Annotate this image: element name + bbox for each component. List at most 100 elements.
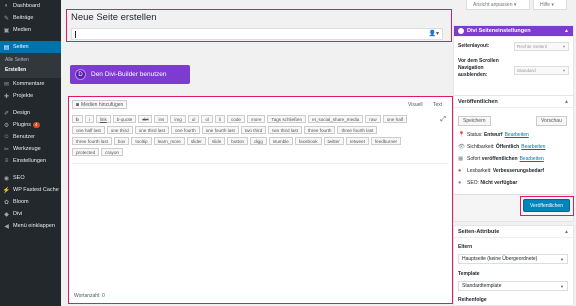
quicktag-button[interactable]: code [226,115,245,123]
publish-header[interactable]: Veröffentlichen ▲ [454,96,573,108]
quicktag-button[interactable]: ins [154,115,169,123]
quicktag-button[interactable]: one third [106,126,133,134]
sidebar-item-dashboard[interactable]: ◐ Dashboard [0,0,61,12]
submenu-item[interactable]: Erstellen [0,65,61,75]
quicktag-button[interactable]: three fourth last [72,137,112,145]
quicktag-button[interactable]: one fourth last [201,126,239,134]
schedule-label: Sofort [467,156,481,162]
page-layout-label: Seitenlayout: [458,43,490,49]
seo-icon: ◉ [3,175,10,182]
divi-settings-box: Divi Seiteneinstellungen ▲ Seitenlayout:… [453,25,574,96]
quicktag-button[interactable]: one half last [72,126,105,134]
quicktag-button[interactable]: img [170,115,186,123]
screen-options-button[interactable]: Ansicht anpassen ▾ [466,0,530,10]
quicktag-button[interactable]: twitter [323,137,344,145]
divi-builder-button[interactable]: D Den Divi-Builder benutzen [70,65,190,84]
quicktag-button[interactable]: retweet [345,137,369,145]
sidebar-item-design[interactable]: ✐ Design [0,107,61,119]
edit-visibility-link[interactable]: Bearbeiten [521,144,545,150]
quicktag-button[interactable]: learn_more [153,137,185,145]
quicktag-button[interactable]: stumble [268,137,293,145]
sidebar-item-werkzeuge[interactable]: ✂ Werkzeuge [0,143,61,155]
quicktag-button[interactable]: link [95,115,111,123]
quicktag-button[interactable]: i [84,115,94,123]
help-button[interactable]: Hilfe ▾ [533,0,567,10]
text-caret [75,31,76,38]
edit-status-link[interactable]: Bearbeiten [505,132,529,138]
quicktag-button[interactable]: raw [365,115,381,123]
sidebar-item-einstellungen[interactable]: ≡ Einstellungen [0,155,61,167]
tab-text[interactable]: Text [433,102,442,108]
quicktag-button[interactable]: more [246,115,266,123]
sidebar-item-label: Einstellungen [13,158,47,164]
quicktag-button[interactable]: del [138,115,153,123]
template-value: Standardtemplate [462,283,502,289]
sidebar-item-seiten[interactable]: ▤ Seiten [0,41,61,53]
quicktag-button[interactable]: two third last [268,126,302,134]
toggle-arrow-icon[interactable]: ▲ [564,28,569,34]
preview-button[interactable]: Vorschau [536,116,567,126]
sidebar-item-label: Divi [13,211,23,217]
sidebar-item-wp-fastest-cache[interactable]: ⚡ WP Fastest Cache [0,184,61,196]
nav-hide-select[interactable]: Standard ▼ [514,66,569,75]
divi-settings-title: Divi Seiteneinstellungen [467,28,531,34]
quicktag-button[interactable]: one half [382,115,408,123]
edit-schedule-link[interactable]: Bearbeiten [520,156,544,162]
quicktag-button[interactable]: two third [240,126,267,134]
quicktag-button[interactable]: b [72,115,83,123]
tab-visual[interactable]: Visuell [408,102,423,108]
title-input[interactable]: 👤▾ [71,28,443,40]
fullscreen-icon[interactable]: ⤢ [440,116,446,124]
sidebar-item-medien[interactable]: ▣ Medien [0,24,61,36]
quicktag-button[interactable]: Tags schließen [267,115,307,123]
quicktag-button[interactable]: one fourth [170,126,200,134]
sidebar-item-label: Plugins [13,122,32,128]
quicktag-button[interactable]: slider [186,137,206,145]
quicktag-button[interactable]: ol [201,115,213,123]
publish-button[interactable]: Veröffentlichen [523,199,570,212]
quicktag-button[interactable]: three fourth last [337,126,378,134]
quicktag-button[interactable]: crayon [101,148,123,156]
sidebar-item-seo[interactable]: ◉ SEO [0,172,61,184]
quicktag-button[interactable]: li [214,115,225,123]
quicktag-button[interactable]: ul [187,115,200,123]
quicktag-button[interactable]: b-quote [112,115,137,123]
sidebar-item-bloom[interactable]: ✿ Bloom [0,196,61,208]
divi-builder-label: Den Divi-Builder benutzen [91,71,167,78]
add-media-button[interactable]: ◙ Medien hinzufügen [72,100,128,109]
calendar-icon: ▦ [458,156,464,162]
sidebar-item-projekte[interactable]: ✚ Projekte [0,90,61,102]
readability-line: ● Lesbarkeit: Verbesserungsbedarf [458,168,544,174]
template-select[interactable]: Standardtemplate ▼ [458,281,568,291]
quicktag-button[interactable]: three fourth [303,126,336,134]
quicktag-button[interactable]: button [227,137,249,145]
content-textarea[interactable] [72,165,448,289]
quicktag-button[interactable]: one third last [134,126,169,134]
parent-select[interactable]: Hauptseite (keine Übergeordnete) ▼ [458,254,568,264]
quicktag-button[interactable]: slide [207,137,226,145]
title-highlight: Neue Seite erstellen 👤▾ [66,9,452,42]
quicktag-button[interactable]: box [113,137,130,145]
quicktag-button[interactable]: digg [250,137,267,145]
quicktag-button[interactable]: facebook [294,137,322,145]
divi-settings-header[interactable]: Divi Seiteneinstellungen ▲ [454,26,573,37]
toggle-arrow-icon[interactable]: ▲ [564,99,569,105]
quicktag-button[interactable]: feedburner [370,137,402,145]
sidebar-item-beiträge[interactable]: ✎ Beiträge [0,12,61,24]
quicktag-button[interactable]: protected [72,148,100,156]
submenu-item[interactable]: Alle Seiten [0,55,61,65]
page-layout-select[interactable]: Rechte Seitenl ▼ [514,42,569,51]
quicktag-button[interactable]: et_social_share_media [308,115,364,123]
page-attributes-header[interactable]: Seiten-Attribute ▲ [454,226,573,238]
quicktag-button[interactable]: tooltip [131,137,152,145]
template-label: Template [458,271,480,277]
save-draft-button[interactable]: Speichern [458,116,491,126]
sidebar-item-divi[interactable]: ◆ Divi [0,208,61,220]
toggle-arrow-icon[interactable]: ▲ [564,229,569,235]
person-icon[interactable]: 👤▾ [429,30,439,37]
sidebar-item-benutzer[interactable]: ☺ Benutzer [0,131,61,143]
sidebar-item-menü-einklappen[interactable]: ◀ Menü einklappen [0,220,61,232]
sidebar-item-kommentare[interactable]: ✉ Kommentare [0,78,61,90]
settings-icon: ≡ [4,158,9,164]
sidebar-item-plugins[interactable]: ⚙ Plugins 4 [0,119,61,131]
